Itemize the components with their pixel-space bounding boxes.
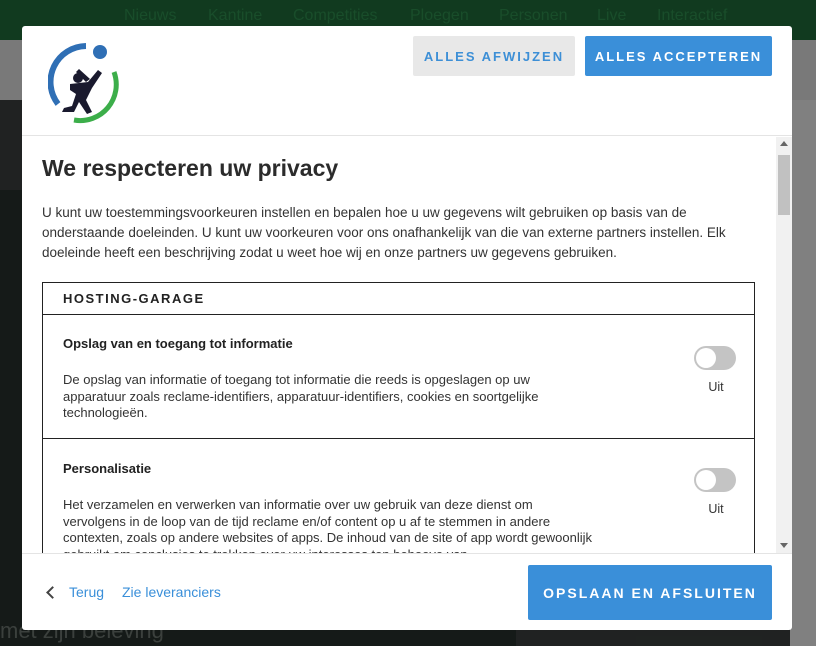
vendor-section: HOSTING-GARAGE Opslag van en toegang tot… xyxy=(42,282,755,553)
scroll-down-arrow-icon[interactable] xyxy=(780,543,788,548)
purpose-description: Het verzamelen en verwerken van informat… xyxy=(63,497,593,553)
reject-all-button[interactable]: ALLES AFWIJZEN xyxy=(413,36,575,76)
privacy-title: We respecteren uw privacy xyxy=(42,155,339,181)
soccer-player-logo-icon xyxy=(48,43,119,124)
privacy-intro: U kunt uw toestemmingsvoorkeuren instell… xyxy=(42,205,726,260)
save-and-close-button[interactable]: OPSLAAN EN AFSLUITEN xyxy=(528,565,772,620)
toggle-knob xyxy=(696,470,716,490)
vendor-name: HOSTING-GARAGE xyxy=(63,291,205,306)
storage-consent-toggle[interactable] xyxy=(694,346,736,370)
toggle-knob xyxy=(696,348,716,368)
accept-all-button[interactable]: ALLES ACCEPTEREN xyxy=(585,36,772,76)
modal-footer: Terug Zie leveranciers OPSLAAN EN AFSLUI… xyxy=(22,553,792,630)
scroll-thumb[interactable] xyxy=(778,155,790,215)
chevron-left-icon xyxy=(46,585,59,599)
purpose-title: Opslag van en toegang tot informatie xyxy=(63,336,293,351)
toggle-state-label: Uit xyxy=(708,380,724,394)
purpose-description: De opslag van informatie of toegang tot … xyxy=(63,372,539,420)
personalisation-consent-toggle[interactable] xyxy=(694,468,736,492)
purpose-item: Personalisatie Het verzamelen en verwerk… xyxy=(43,440,754,553)
view-vendors-link[interactable]: Zie leveranciers xyxy=(122,584,221,600)
consent-modal: ALLES AFWIJZEN ALLES ACCEPTEREN We respe… xyxy=(22,26,792,630)
back-link[interactable]: Terug xyxy=(44,584,104,600)
back-label: Terug xyxy=(69,584,105,600)
scroll-up-arrow-icon[interactable] xyxy=(780,141,788,146)
purpose-item: Opslag van en toegang tot informatie De … xyxy=(43,315,754,439)
modal-body[interactable]: We respecteren uw privacy U kunt uw toes… xyxy=(22,137,792,553)
purpose-title: Personalisatie xyxy=(63,461,152,476)
modal-header: ALLES AFWIJZEN ALLES ACCEPTEREN xyxy=(22,26,792,136)
modal-scrollbar[interactable] xyxy=(776,137,792,553)
toggle-state-label: Uit xyxy=(708,502,724,516)
